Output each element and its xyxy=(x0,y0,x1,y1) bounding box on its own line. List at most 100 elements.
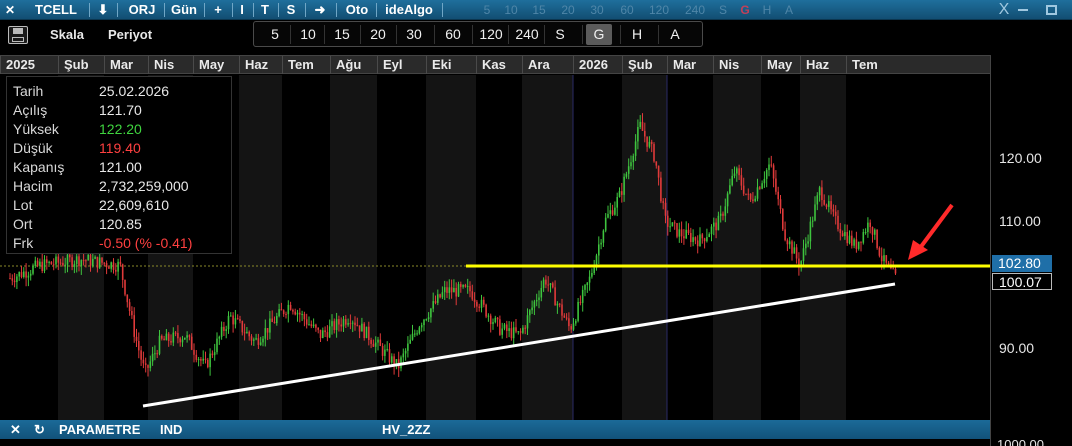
candle-body xyxy=(379,339,382,347)
candle-body xyxy=(78,256,80,267)
symbol-field[interactable]: TCELL xyxy=(28,0,84,20)
candle-body xyxy=(506,324,508,331)
down-arrow-icon[interactable]: ⬇ xyxy=(95,0,111,20)
skala-button[interactable]: Skala xyxy=(50,27,84,42)
topbar-period-a[interactable]: A xyxy=(778,0,800,20)
period-button-10[interactable]: 10 xyxy=(294,24,322,45)
oto-button[interactable]: Oto xyxy=(342,0,372,20)
topbar-period-5[interactable]: 5 xyxy=(476,0,498,20)
candle-body xyxy=(420,325,423,328)
candle-body xyxy=(278,309,280,317)
candle-body xyxy=(457,284,460,297)
candle-body xyxy=(604,217,607,231)
candle-body xyxy=(462,284,464,287)
candle-body xyxy=(814,204,816,221)
topbar-period-g[interactable]: G xyxy=(734,0,756,20)
time-label: Haz xyxy=(800,56,829,74)
candle-body xyxy=(443,287,446,293)
candle-body xyxy=(391,356,393,363)
candle-body xyxy=(195,354,198,360)
candle-body xyxy=(71,257,73,268)
info-value: 22,609,610 xyxy=(99,197,170,213)
period-button-120[interactable]: 120 xyxy=(476,24,506,45)
candle-body xyxy=(105,263,108,268)
period-button-g[interactable]: G xyxy=(586,24,612,45)
maximize-icon[interactable] xyxy=(1046,5,1057,15)
plus-button[interactable]: + xyxy=(210,0,226,20)
candle-body xyxy=(340,324,342,327)
candle-body xyxy=(133,315,135,337)
close-small-icon[interactable]: ✕ xyxy=(4,0,16,20)
candle-body xyxy=(128,302,131,311)
save-icon[interactable] xyxy=(8,26,28,44)
period-button-240[interactable]: 240 xyxy=(512,24,542,45)
topbar-period-60[interactable]: 60 xyxy=(616,0,638,20)
gun-button[interactable]: Gün xyxy=(169,0,199,20)
t-button[interactable]: T xyxy=(258,0,272,20)
i-button[interactable]: I xyxy=(236,0,248,20)
topbar-period-10[interactable]: 10 xyxy=(500,0,522,20)
s-button[interactable]: S xyxy=(283,0,299,20)
candle-body xyxy=(287,304,290,315)
topbar-period-h[interactable]: H xyxy=(756,0,778,20)
candle-body xyxy=(644,130,646,137)
candle-body xyxy=(618,191,621,198)
time-label: Mar xyxy=(667,56,696,74)
topbar-period-120[interactable]: 120 xyxy=(648,0,670,20)
candle-body xyxy=(522,327,524,333)
right-arrow-icon[interactable]: ➜ xyxy=(311,0,329,20)
candle-body xyxy=(241,320,244,333)
candle-body xyxy=(184,337,186,340)
candle-body xyxy=(673,222,676,224)
candle-body xyxy=(837,215,839,230)
candle-body xyxy=(257,338,260,345)
time-label: May xyxy=(761,56,792,74)
topbar-period-s[interactable]: S xyxy=(712,0,734,20)
orj-button[interactable]: ORJ xyxy=(124,0,160,20)
candle-body xyxy=(25,271,27,278)
refresh-icon[interactable]: ↻ xyxy=(34,420,45,439)
period-button-60[interactable]: 60 xyxy=(438,24,468,45)
close-icon[interactable]: X xyxy=(996,0,1012,20)
period-button-30[interactable]: 30 xyxy=(400,24,428,45)
topbar-period-240[interactable]: 240 xyxy=(684,0,706,20)
period-button-h[interactable]: H xyxy=(624,24,650,45)
topbar-period-20[interactable]: 20 xyxy=(557,0,579,20)
parametre-button[interactable]: PARAMETRE xyxy=(59,420,140,439)
period-button-15[interactable]: 15 xyxy=(328,24,356,45)
period-button-20[interactable]: 20 xyxy=(364,24,392,45)
period-button-s[interactable]: S xyxy=(548,24,572,45)
minimize-icon[interactable] xyxy=(1018,9,1028,11)
topbar-period-15[interactable]: 15 xyxy=(528,0,550,20)
topbar-period-30[interactable]: 30 xyxy=(586,0,608,20)
candle-body xyxy=(655,161,658,166)
candle-body xyxy=(262,338,264,343)
price-axis[interactable]: 120.00 110.00 90.00 102.80 100.07 xyxy=(990,55,1072,420)
candle-body xyxy=(92,258,94,266)
candle-body xyxy=(328,326,331,338)
candle-body xyxy=(738,168,740,176)
idealgo-button[interactable]: ideAlgo xyxy=(380,0,438,20)
candle-body xyxy=(892,268,894,270)
candle-body xyxy=(255,338,257,340)
close-small-icon[interactable]: ✕ xyxy=(10,420,21,439)
period-button-a[interactable]: A xyxy=(662,24,688,45)
candle-body xyxy=(246,331,248,334)
candle-body xyxy=(87,254,89,261)
candle-body xyxy=(876,229,878,248)
candle-body xyxy=(724,206,727,216)
candle-body xyxy=(805,243,807,249)
periyot-button[interactable]: Periyot xyxy=(108,27,152,42)
candle-body xyxy=(41,261,43,271)
support-price-tag: 102.80 xyxy=(992,255,1052,272)
candle-body xyxy=(880,255,883,262)
candle-body xyxy=(209,353,211,368)
candle-body xyxy=(501,328,503,335)
candle-body xyxy=(752,199,754,201)
candle-body xyxy=(23,271,25,277)
period-button-5[interactable]: 5 xyxy=(262,24,288,45)
candle-body xyxy=(39,261,41,266)
candle-body xyxy=(402,353,405,358)
ind-button[interactable]: IND xyxy=(160,420,182,439)
candle-body xyxy=(579,301,582,303)
